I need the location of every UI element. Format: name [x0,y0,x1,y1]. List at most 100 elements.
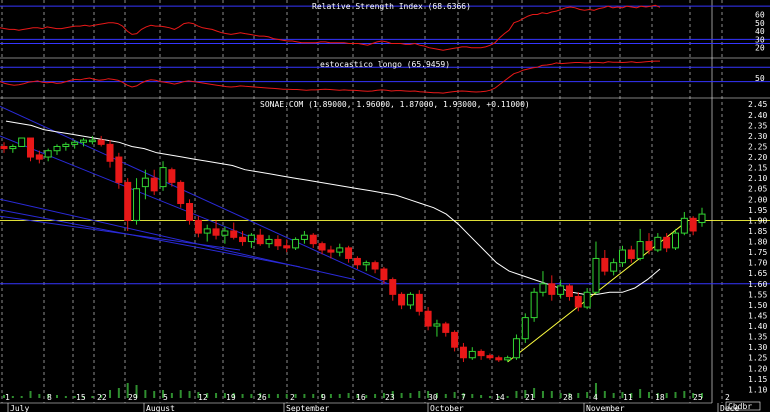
volume-bar [488,396,491,398]
price-axis-label: 1.50 [748,301,767,310]
candle-body [159,167,167,188]
x-tick-label: 7 [461,393,466,402]
volume-bar [29,391,32,398]
price-axis-label: 2.20 [748,153,767,162]
price-axis-label: 2.10 [748,174,767,183]
price-axis-label: 2.15 [748,164,767,173]
candle-body [557,285,565,295]
candle-body [610,262,618,272]
candle-body [689,217,697,232]
x-tick-label: 5 [163,393,168,402]
candle-body [124,181,132,221]
x-tick-label: 25 [693,393,703,402]
candle-body [504,357,512,361]
candle-body [44,150,52,158]
volume-bar [250,394,253,398]
volume-bar [674,392,677,398]
candle-body [512,338,520,359]
candle-body [53,145,61,152]
month-label: August [146,404,175,412]
price-chart-title: SONAE.COM (1.89000, 1.96000, 1.87000, 1.… [260,100,530,109]
volume-bar [153,391,156,398]
volume-bar [400,393,403,398]
stochastic-title: estocastico longo (65.9459) [320,60,450,69]
candle-body [292,238,300,249]
candle-body [18,137,26,147]
price-axis-label: 2.25 [748,142,767,151]
candle-body [318,243,326,251]
price-axis-label: 1.20 [748,364,767,373]
candle-body [133,188,141,221]
candle-body [468,350,476,359]
volume-bar [303,394,306,398]
x-tick-label: 18 [655,393,665,402]
x-tick-label: 14 [495,393,505,402]
candle-body [27,137,35,158]
candle-body [62,143,70,147]
x-tick-label: 4 [593,393,598,402]
volume-bar [20,396,23,398]
candle-body [327,249,335,253]
x-tick-label: 16 [356,393,366,402]
volume-bar [480,395,483,398]
price-axis-label: 1.45 [748,311,767,320]
candle-body [671,232,679,249]
candle-body [539,283,547,293]
candle-body [433,323,441,327]
candle-body [336,247,344,253]
candle-body [424,310,432,327]
price-axis-label: 2.00 [748,195,767,204]
price-axis-label: 1.65 [748,269,767,278]
volume-bar [64,396,67,398]
candle-body [477,350,485,357]
volume-bar [38,394,41,398]
price-axis-label: 1.80 [748,238,767,247]
candle-body [353,257,361,266]
price-axis-label: 2.30 [748,132,767,141]
x-tick-label: 1 [5,393,10,402]
candle-body [247,234,255,243]
candle-body [698,213,706,224]
candle-body [283,245,291,249]
candle-body [177,181,185,205]
candle-body [212,228,220,236]
price-axis-label: 1.75 [748,248,767,257]
volume-bar [109,390,112,398]
month-label: November [586,404,625,412]
volume-bar [215,393,218,398]
volume-bar [347,393,350,398]
rsi-axis-label: 20 [755,44,765,53]
candle-body [380,268,388,281]
volume-bar [559,393,562,398]
candle-body [274,238,282,247]
x-tick-label: 11 [623,393,633,402]
candle-body [592,257,600,293]
candle-body [415,293,423,312]
candle-body [230,230,238,238]
candle-body [636,241,644,259]
volume-bar [586,392,589,398]
candle-body [186,203,194,221]
volume-bar [91,396,94,398]
volume-bar [409,393,412,398]
volume-bar [374,394,377,398]
candle-body [654,236,662,251]
x-tick-label: 30 [428,393,438,402]
candle-body [265,238,273,245]
volume-bar [117,388,120,398]
x-tick-label: 2 [290,393,295,402]
candle-body [362,262,370,266]
candle-body [115,156,123,183]
volume-bar [285,394,288,398]
month-label: October [430,404,464,412]
candle-body [451,331,459,348]
candle-body [486,355,494,359]
x-tick-label: 21 [525,393,535,402]
x-tick-label: 19 [226,393,236,402]
candle-body [371,262,379,270]
price-axis-label: 1.10 [748,385,767,394]
candle-body [256,234,264,245]
x-tick-label: 29 [128,393,138,402]
candle-body [442,323,450,333]
volume-bar [179,390,182,398]
